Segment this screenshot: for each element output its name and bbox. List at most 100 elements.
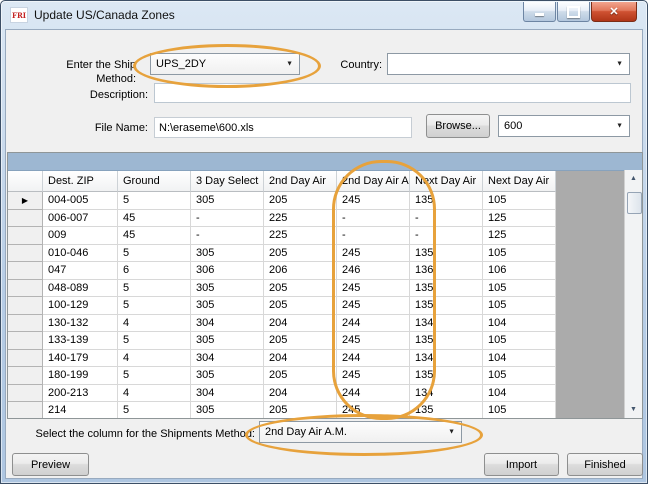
grid-cell[interactable]: 304 xyxy=(191,315,264,333)
grid-cell[interactable]: 104 xyxy=(483,350,556,368)
grid-cell[interactable]: 225 xyxy=(264,227,337,245)
row-selector-cell[interactable] xyxy=(8,385,43,403)
grid-cell[interactable]: 304 xyxy=(191,350,264,368)
grid-cell[interactable]: 133-139 xyxy=(43,332,118,350)
grid-cell[interactable]: 5 xyxy=(118,332,191,350)
maximize-button[interactable] xyxy=(557,2,590,22)
row-selector-cell[interactable] xyxy=(8,280,43,298)
grid-cell[interactable]: 104 xyxy=(483,385,556,403)
grid-cell[interactable]: 106 xyxy=(483,262,556,280)
grid-cell[interactable]: 244 xyxy=(337,350,410,368)
file-name-field[interactable] xyxy=(154,117,412,138)
grid-cell[interactable]: 245 xyxy=(337,332,410,350)
grid-cell[interactable]: 305 xyxy=(191,245,264,263)
grid-cell[interactable]: 135 xyxy=(410,280,483,298)
row-selector-cell[interactable] xyxy=(8,332,43,350)
grid-cell[interactable]: 45 xyxy=(118,210,191,228)
grid-cell[interactable]: 105 xyxy=(483,245,556,263)
grid-cell[interactable]: 204 xyxy=(264,385,337,403)
grid-cell[interactable]: 5 xyxy=(118,367,191,385)
grid-cell[interactable]: 5 xyxy=(118,402,191,419)
grid-cell[interactable]: 180-199 xyxy=(43,367,118,385)
grid-cell[interactable]: 244 xyxy=(337,315,410,333)
grid-cell[interactable]: 5 xyxy=(118,192,191,210)
grid-cell[interactable]: 004-005 xyxy=(43,192,118,210)
grid-cell[interactable]: 5 xyxy=(118,280,191,298)
grid-cell[interactable]: 105 xyxy=(483,297,556,315)
close-button[interactable]: ✕ xyxy=(591,2,637,22)
vertical-scrollbar[interactable]: ▲ ▼ xyxy=(624,170,642,418)
grid-cell[interactable]: 5 xyxy=(118,245,191,263)
shipments-method-combo[interactable]: 2nd Day Air A.M. ▼ xyxy=(259,421,462,443)
grid-cell[interactable]: 204 xyxy=(264,315,337,333)
grid-cell[interactable]: 105 xyxy=(483,367,556,385)
grid-cell[interactable]: - xyxy=(191,227,264,245)
grid-cell[interactable]: 104 xyxy=(483,315,556,333)
grid-corner-cell[interactable] xyxy=(8,171,43,192)
grid-cell[interactable]: 136 xyxy=(410,262,483,280)
browse-button[interactable]: Browse... xyxy=(426,114,490,138)
description-field[interactable] xyxy=(154,83,631,103)
grid-cell[interactable]: 246 xyxy=(337,262,410,280)
grid-cell[interactable]: 305 xyxy=(191,297,264,315)
grid-cell[interactable]: 205 xyxy=(264,192,337,210)
sheet-combo[interactable]: 600 ▼ xyxy=(498,115,630,137)
grid-column-header[interactable]: Dest. ZIP xyxy=(43,171,118,192)
grid-cell[interactable]: 245 xyxy=(337,280,410,298)
grid-cell[interactable]: 105 xyxy=(483,280,556,298)
grid-cell[interactable]: 205 xyxy=(264,402,337,419)
grid-cell[interactable]: 105 xyxy=(483,402,556,419)
grid-cell[interactable]: 306 xyxy=(191,262,264,280)
grid-column-header[interactable]: Next Day Air xyxy=(410,171,483,192)
grid-cell[interactable]: 245 xyxy=(337,367,410,385)
grid-cell[interactable]: - xyxy=(337,227,410,245)
grid-cell[interactable]: 140-179 xyxy=(43,350,118,368)
grid-cell[interactable]: 5 xyxy=(118,297,191,315)
grid-cell[interactable]: 304 xyxy=(191,385,264,403)
grid-cell[interactable]: 205 xyxy=(264,297,337,315)
grid-column-header[interactable]: Next Day Air xyxy=(483,171,556,192)
grid-cell[interactable]: 135 xyxy=(410,192,483,210)
grid-cell[interactable]: 006-007 xyxy=(43,210,118,228)
row-selector-cell[interactable]: ▶ xyxy=(8,192,43,210)
row-selector-cell[interactable] xyxy=(8,297,43,315)
row-selector-cell[interactable] xyxy=(8,315,43,333)
row-selector-cell[interactable] xyxy=(8,227,43,245)
grid-cell[interactable]: 4 xyxy=(118,315,191,333)
grid-cell[interactable]: 6 xyxy=(118,262,191,280)
grid-column-header[interactable]: Ground xyxy=(118,171,191,192)
grid-cell[interactable]: 135 xyxy=(410,367,483,385)
row-selector-cell[interactable] xyxy=(8,402,43,419)
grid-cell[interactable]: 4 xyxy=(118,385,191,403)
row-selector-cell[interactable] xyxy=(8,350,43,368)
grid-cell[interactable]: 204 xyxy=(264,350,337,368)
import-button[interactable]: Import xyxy=(484,453,559,476)
grid-cell[interactable]: 225 xyxy=(264,210,337,228)
grid-cell[interactable]: 305 xyxy=(191,280,264,298)
grid-column-header[interactable]: 2nd Day Air xyxy=(264,171,337,192)
grid-cell[interactable]: 4 xyxy=(118,350,191,368)
grid-cell[interactable]: 45 xyxy=(118,227,191,245)
grid-cell[interactable]: 125 xyxy=(483,210,556,228)
grid-cell[interactable]: 205 xyxy=(264,245,337,263)
grid-cell[interactable]: 205 xyxy=(264,280,337,298)
grid-cell[interactable]: 245 xyxy=(337,297,410,315)
grid-cell[interactable]: 305 xyxy=(191,192,264,210)
grid-cell[interactable]: 135 xyxy=(410,332,483,350)
scroll-up-icon[interactable]: ▲ xyxy=(625,170,642,187)
row-selector-cell[interactable] xyxy=(8,210,43,228)
grid-cell[interactable]: 245 xyxy=(337,402,410,419)
grid-cell[interactable]: 245 xyxy=(337,245,410,263)
ship-method-combo[interactable]: UPS_2DY ▼ xyxy=(150,53,300,75)
grid-cell[interactable]: 047 xyxy=(43,262,118,280)
grid-cell[interactable]: 200-213 xyxy=(43,385,118,403)
grid-cell[interactable]: - xyxy=(191,210,264,228)
grid-cell[interactable]: 305 xyxy=(191,367,264,385)
grid-cell[interactable]: 134 xyxy=(410,350,483,368)
grid-cell[interactable]: 305 xyxy=(191,402,264,419)
grid-cell[interactable]: - xyxy=(337,210,410,228)
grid-cell[interactable]: 135 xyxy=(410,297,483,315)
grid-cell[interactable]: 048-089 xyxy=(43,280,118,298)
grid-cell[interactable]: 134 xyxy=(410,315,483,333)
row-selector-cell[interactable] xyxy=(8,262,43,280)
